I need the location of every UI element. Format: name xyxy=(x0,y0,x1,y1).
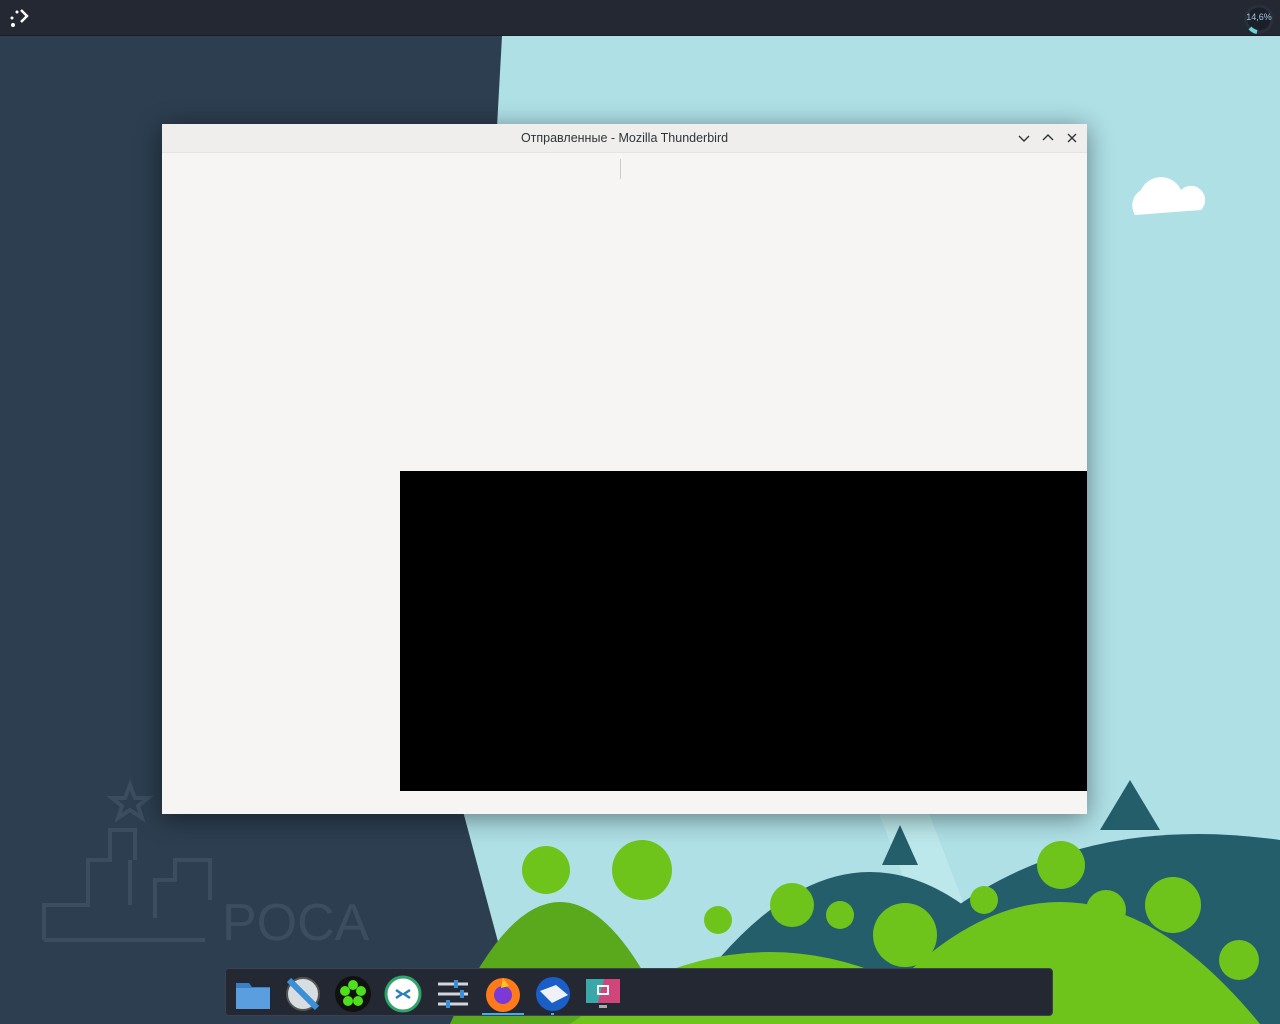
window-title: Отправленные - Mozilla Thunderbird xyxy=(520,131,729,145)
thunderbird-window: Отправленные - Mozilla Thunderbird xyxy=(162,124,1087,814)
sliders-icon[interactable] xyxy=(434,975,472,1013)
film-icon[interactable] xyxy=(284,975,322,1013)
minimize-icon[interactable] xyxy=(1016,130,1032,146)
maximize-icon[interactable] xyxy=(1040,130,1056,146)
remote-desktop-icon[interactable] xyxy=(384,975,422,1013)
folder-icon[interactable] xyxy=(234,975,272,1013)
window-titlebar[interactable]: Отправленные - Mozilla Thunderbird xyxy=(162,124,1087,153)
rosa-logo-text: POCA xyxy=(222,894,370,952)
app-launcher-icon[interactable] xyxy=(8,6,32,30)
dock xyxy=(225,968,1053,1016)
top-panel: 14,6% xyxy=(0,0,1280,36)
running-indicator xyxy=(551,1013,554,1015)
icq-flower-icon[interactable] xyxy=(334,975,372,1013)
active-indicator xyxy=(482,1013,524,1015)
thunderbird-icon[interactable] xyxy=(534,975,572,1013)
cpu-usage-label: 14,6% xyxy=(1246,12,1272,22)
firefox-icon[interactable] xyxy=(484,975,522,1013)
screenshot-icon[interactable] xyxy=(584,975,622,1013)
close-icon[interactable] xyxy=(1064,130,1080,146)
unrendered-content-area xyxy=(400,471,1087,791)
divider xyxy=(620,159,621,179)
